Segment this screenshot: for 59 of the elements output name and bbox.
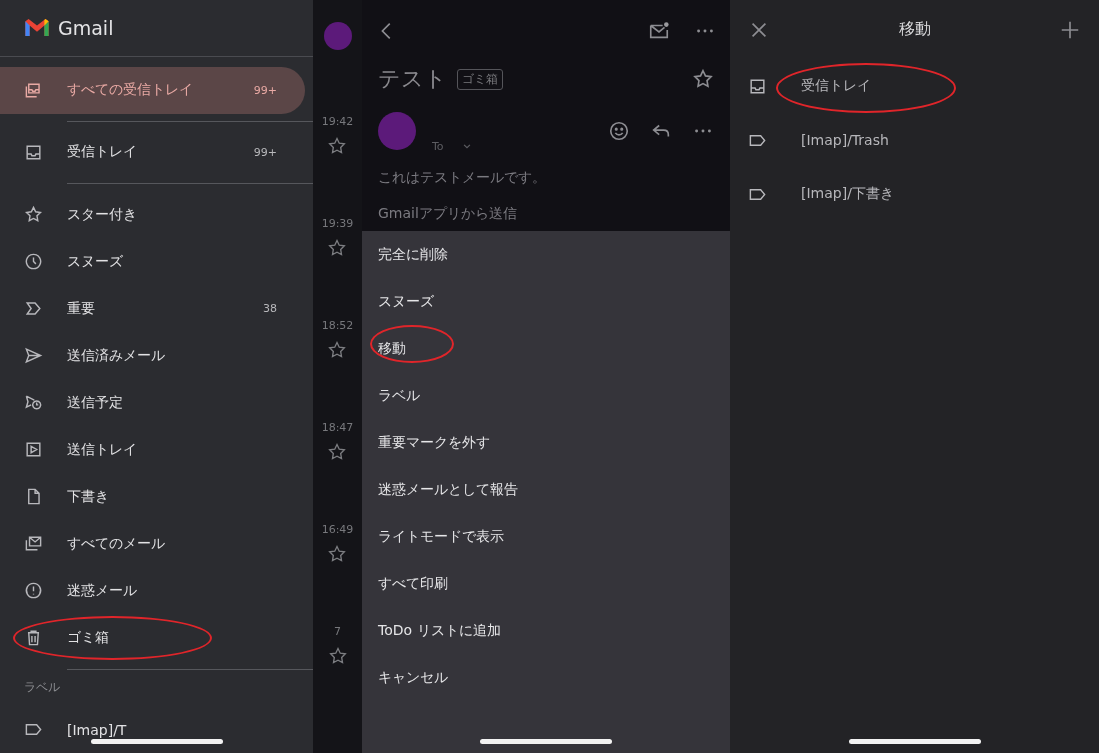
folder-item[interactable]: [Imap]/下書き: [730, 167, 1099, 221]
drawer-item[interactable]: すべての受信トレイ 99+: [0, 66, 305, 114]
drawer-item[interactable]: スター付き: [0, 191, 305, 239]
inbox-icon: [748, 76, 767, 96]
menu-item[interactable]: 完全に削除: [378, 245, 448, 264]
gmail-logo-icon: [24, 18, 50, 38]
menu-item[interactable]: 重要マークを外す: [378, 433, 490, 452]
send-icon: [24, 346, 43, 366]
drawer-item[interactable]: [Imap]/T: [0, 706, 305, 753]
avatar: [378, 112, 416, 150]
star-icon[interactable]: [327, 238, 348, 258]
stacked-inbox-icon: [24, 80, 43, 100]
mail-stack-icon: [24, 534, 43, 554]
menu-item[interactable]: 移動: [378, 339, 406, 358]
avatar: [323, 22, 352, 50]
menu-item[interactable]: ライトモードで表示: [378, 527, 504, 546]
mail-time: 18:52: [321, 319, 354, 332]
email-subject: テスト: [378, 65, 447, 93]
mail-time: 7: [334, 625, 341, 638]
drawer-item[interactable]: 重要 38: [0, 285, 305, 333]
menu-item[interactable]: キャンセル: [378, 668, 448, 687]
drawer-item[interactable]: スヌーズ: [0, 238, 305, 286]
inbox-icon: [24, 142, 43, 162]
dialog-title: 移動: [897, 19, 932, 40]
star-icon[interactable]: [327, 544, 348, 564]
menu-item[interactable]: ToDo リストに追加: [378, 621, 501, 640]
star-icon[interactable]: [692, 68, 714, 90]
drawer-item[interactable]: 下書き: [0, 473, 305, 521]
menu-item[interactable]: スヌーズ: [378, 292, 434, 311]
menu-item[interactable]: 迷惑メールとして報告: [378, 480, 518, 499]
emoji-icon[interactable]: [608, 120, 630, 142]
mail-time: 18:47: [321, 421, 354, 434]
outbox-icon: [24, 440, 43, 460]
folder-item[interactable]: 受信トレイ: [730, 59, 1099, 113]
drawer-item[interactable]: ゴミ箱: [0, 614, 305, 662]
drawer-item[interactable]: すべてのメール: [0, 520, 305, 568]
folder-item[interactable]: [Imap]/Trash: [730, 113, 1099, 167]
star-icon[interactable]: [327, 340, 348, 360]
drawer-item[interactable]: 受信トレイ 99+: [0, 128, 305, 176]
drawer-item[interactable]: 送信トレイ: [0, 426, 305, 474]
mail-time: 19:39: [321, 217, 354, 230]
star-icon[interactable]: [327, 646, 348, 666]
folder-tag: ゴミ箱: [457, 68, 503, 90]
app-name: Gmail: [58, 16, 114, 39]
star-icon: [24, 205, 43, 225]
mail-time: 16:49: [321, 523, 354, 536]
drawer-item[interactable]: 送信予定: [0, 379, 305, 427]
star-icon[interactable]: [327, 442, 348, 462]
mail-time: 19:42: [321, 115, 354, 128]
menu-item[interactable]: ラベル: [378, 386, 420, 405]
alert-icon: [24, 581, 43, 601]
section-label: ラベル: [24, 679, 60, 697]
star-icon[interactable]: [327, 136, 348, 156]
email-body: これはテストメールです。: [377, 168, 547, 187]
email-signature: Gmailアプリから送信: [377, 204, 518, 223]
drawer-item[interactable]: 送信済みメール: [0, 332, 305, 380]
drawer-item[interactable]: 迷惑メール: [0, 567, 305, 615]
menu-item[interactable]: すべて印刷: [378, 574, 448, 593]
clock-icon: [24, 252, 43, 272]
